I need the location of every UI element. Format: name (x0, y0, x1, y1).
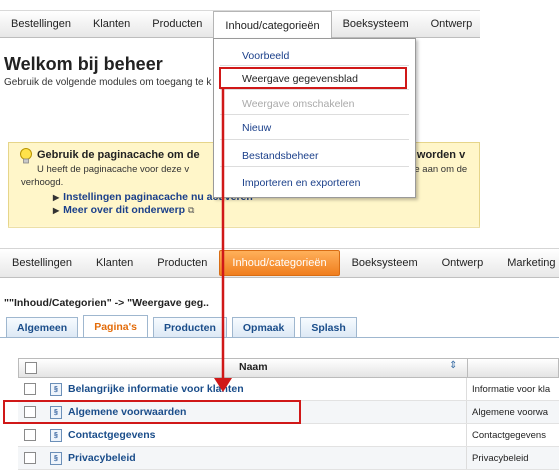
tab-underline (0, 337, 559, 338)
dropdown-item-bestandsbeheer[interactable]: Bestandsbeheer (242, 150, 318, 162)
menu-item-bestellingen[interactable]: Bestellingen (0, 249, 84, 277)
dropdown-divider (220, 65, 409, 66)
dropdown-divider (220, 139, 409, 140)
row-checkbox[interactable] (24, 452, 36, 464)
top-screenshot: Bestellingen Klanten Producten Inhoud/ca… (0, 0, 480, 232)
external-link-icon: ⧉ (188, 205, 195, 215)
menu-item-boeksysteem[interactable]: Boeksysteem (332, 11, 420, 37)
menu-item-inhoud-categorieen[interactable]: Inhoud/categorieën (213, 10, 332, 40)
triangle-right-icon: ▶ (53, 206, 60, 215)
dropdown-item-weergave-omschakelen: Weergave omschakelen (242, 98, 355, 110)
column-divider (466, 447, 467, 469)
breadcrumb: ""Inhoud/Categorien" -> "Weergave geg.. (4, 297, 209, 309)
row-description: Contactgegevens (472, 430, 546, 441)
row-description: Informatie voor kla (472, 384, 551, 395)
notice-title: Gebruik de paginacache om de (37, 149, 200, 161)
dropdown-item-importeren-exporteren[interactable]: Importeren en exporteren (242, 177, 360, 189)
highlight-box-algemene-voorwaarden (3, 400, 301, 424)
inhoud-dropdown-menu: Voorbeeld Weergave gegevensblad Weergave… (213, 38, 416, 198)
page-icon: § (50, 452, 62, 465)
tab-splash[interactable]: Splash (300, 317, 357, 337)
page-subtitle: Gebruik de volgende modules om toegang t… (4, 77, 212, 88)
page-icon: § (50, 429, 62, 442)
table-row[interactable]: § Belangrijke informatie voor klanten In… (18, 378, 559, 401)
select-all-checkbox[interactable] (25, 362, 37, 374)
column-divider (466, 401, 467, 423)
row-checkbox[interactable] (24, 429, 36, 441)
table-row[interactable]: § Contactgegevens Contactgegevens (18, 424, 559, 447)
bottom-menubar: Bestellingen Klanten Producten Inhoud/ca… (0, 248, 559, 278)
highlight-box-weergave-gegevensblad (219, 67, 407, 89)
menu-item-inhoud-categorieen[interactable]: Inhoud/categorieën (219, 250, 340, 276)
table-header: Naam ⇕ (18, 358, 559, 378)
notice-text-cont: ste aan om de (407, 164, 468, 175)
menu-item-boeksysteem[interactable]: Boeksysteem (340, 249, 430, 277)
column-divider (466, 424, 467, 446)
page-icon: § (50, 383, 62, 396)
sort-icon[interactable]: ⇕ (449, 360, 457, 371)
menu-item-klanten[interactable]: Klanten (82, 11, 141, 37)
menu-item-producten[interactable]: Producten (145, 249, 219, 277)
content-tabs: Algemeen Pagina's Producten Opmaak Splas… (6, 315, 362, 337)
page-title: Welkom bij beheer (4, 54, 163, 74)
menu-item-bestellingen[interactable]: Bestellingen (0, 11, 82, 37)
more-info-link[interactable]: ▶ Meer over dit onderwerp ⧉ (53, 204, 194, 216)
menu-item-producten[interactable]: Producten (141, 11, 213, 37)
row-name-link[interactable]: Privacybeleid (68, 452, 136, 464)
notice-text-line2: verhoogd. (21, 177, 64, 188)
column-header-naam[interactable]: Naam (239, 361, 268, 373)
tab-paginas[interactable]: Pagina's (83, 315, 148, 337)
table-row[interactable]: § Privacybeleid Privacybeleid (18, 447, 559, 470)
column-divider (467, 359, 468, 377)
menu-item-ontwerp[interactable]: Ontwerp (430, 249, 496, 277)
tab-algemeen[interactable]: Algemeen (6, 317, 79, 337)
row-description: Privacybeleid (472, 453, 529, 464)
menu-item-klanten[interactable]: Klanten (84, 249, 145, 277)
dropdown-divider (220, 166, 409, 167)
dropdown-item-nieuw[interactable]: Nieuw (242, 122, 271, 134)
notice-text: U heeft de paginacache voor deze v (37, 164, 190, 175)
row-checkbox[interactable] (24, 383, 36, 395)
top-menubar: Bestellingen Klanten Producten Inhoud/ca… (0, 10, 480, 40)
column-divider (466, 378, 467, 400)
bottom-screenshot: Bestellingen Klanten Producten Inhoud/ca… (0, 240, 559, 475)
dropdown-divider (220, 114, 409, 115)
tab-producten[interactable]: Producten (152, 317, 227, 337)
dropdown-divider (220, 89, 409, 90)
row-name-link[interactable]: Belangrijke informatie voor klanten (68, 383, 244, 395)
row-description: Algemene voorwa (472, 407, 549, 418)
dropdown-item-voorbeeld[interactable]: Voorbeeld (242, 50, 289, 62)
row-name-link[interactable]: Contactgegevens (68, 429, 156, 441)
lightbulb-icon (20, 148, 32, 164)
menu-item-ontwerp[interactable]: Ontwerp (420, 11, 480, 37)
menu-item-marketing[interactable]: Marketing (495, 249, 559, 277)
triangle-right-icon: ▶ (53, 193, 60, 202)
tab-opmaak[interactable]: Opmaak (231, 317, 296, 337)
